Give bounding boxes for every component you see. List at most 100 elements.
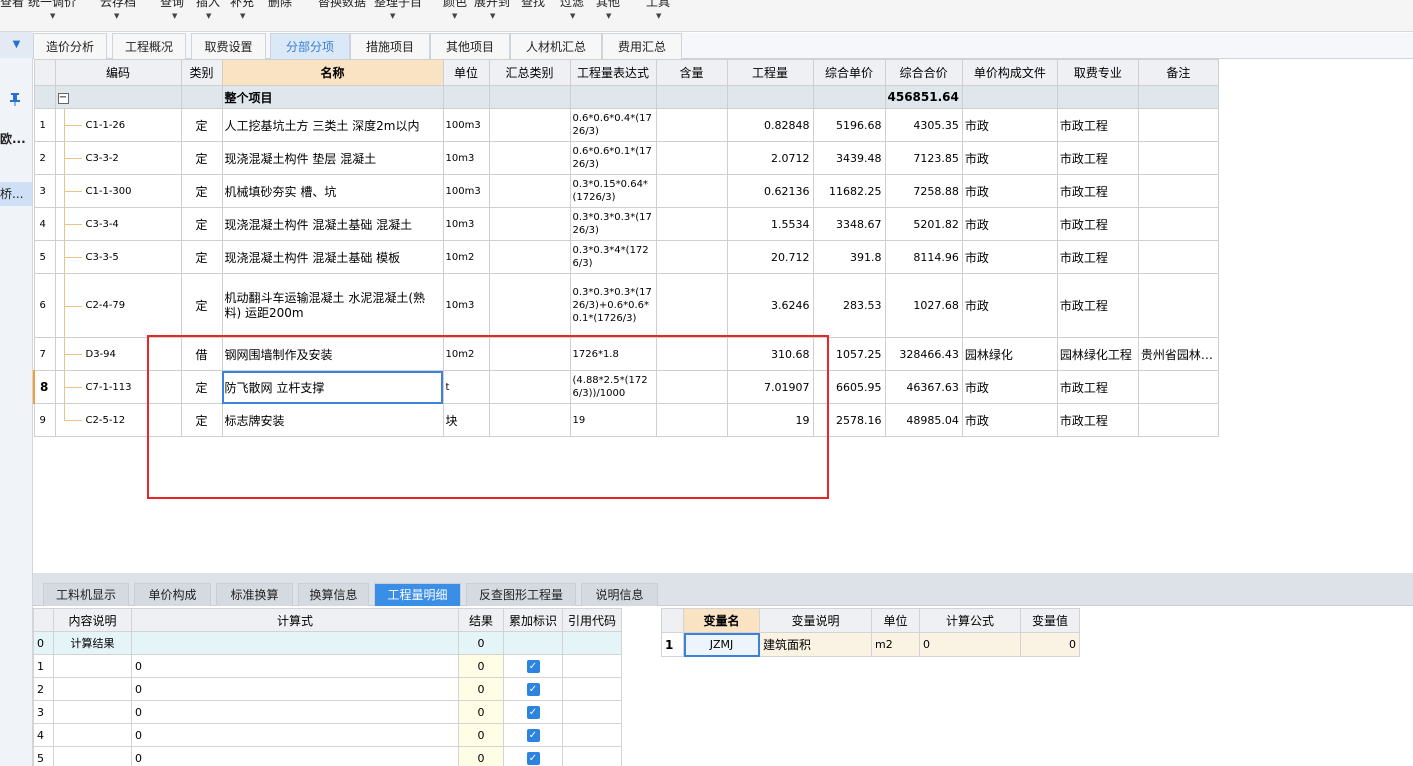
detail-row-ref[interactable] bbox=[562, 746, 622, 766]
row-type[interactable]: 定 bbox=[180, 141, 223, 175]
tab-labor-material-display[interactable]: 工料机显示 bbox=[43, 583, 129, 606]
col-header-total-price[interactable]: 综合合价 bbox=[884, 59, 963, 86]
row-note[interactable] bbox=[1137, 207, 1219, 241]
col-header-quantity-expression[interactable]: 工程量表达式 bbox=[569, 59, 657, 86]
sidebar-item-2[interactable]: 桥... bbox=[0, 182, 32, 206]
tab-other-items[interactable]: 其他项目 bbox=[430, 33, 510, 59]
col-header-quantity[interactable]: 工程量 bbox=[726, 59, 814, 86]
row-summary[interactable] bbox=[488, 108, 571, 142]
table-row[interactable]: 1 C1-1-26 定 人工挖基坑土方 三类土 深度2m以内 100m3 0.6… bbox=[33, 108, 1219, 142]
row-note[interactable] bbox=[1137, 273, 1219, 338]
row-content[interactable] bbox=[655, 141, 728, 175]
pin-icon[interactable] bbox=[8, 92, 22, 110]
toolbar-cloud-archive[interactable]: 云存档 bbox=[100, 0, 136, 10]
row-name[interactable]: 人工挖基坑土方 三类土 深度2m以内 bbox=[221, 108, 444, 142]
detail-row-flag[interactable]: ✓ bbox=[503, 723, 563, 747]
col-header-variable-unit[interactable]: 单位 bbox=[871, 608, 920, 633]
checkbox-checked-icon[interactable]: ✓ bbox=[526, 729, 540, 742]
row-code[interactable]: C3-3-2 bbox=[54, 141, 182, 175]
detail-row-desc[interactable] bbox=[53, 654, 132, 678]
row-fee-major[interactable]: 市政工程 bbox=[1056, 273, 1139, 338]
row-summary[interactable] bbox=[488, 273, 571, 338]
row-index[interactable]: 2 bbox=[33, 141, 56, 175]
toolbar-insert[interactable]: 插入 bbox=[196, 0, 220, 10]
row-type[interactable]: 定 bbox=[180, 207, 223, 241]
variable-row[interactable]: 1 JZMJ 建筑面积 m2 0 0 bbox=[661, 632, 1080, 657]
row-index[interactable]: 9 bbox=[33, 403, 56, 437]
row-content[interactable] bbox=[655, 273, 728, 338]
tab-description-info[interactable]: 说明信息 bbox=[581, 583, 658, 606]
row-name[interactable]: 现浇混凝土构件 混凝土基础 混凝土 bbox=[221, 207, 444, 241]
row-index[interactable]: 6 bbox=[33, 273, 56, 338]
col-header-content-desc[interactable]: 内容说明 bbox=[53, 608, 132, 632]
variable-row-formula[interactable]: 0 bbox=[919, 632, 1021, 657]
row-price-file[interactable]: 市政 bbox=[961, 141, 1058, 175]
row-fee-major[interactable]: 市政工程 bbox=[1056, 174, 1139, 208]
row-quantity[interactable]: 1.5534 bbox=[726, 207, 814, 241]
row-expression[interactable]: 0.3*0.3*0.3*(1726/3)+0.6*0.6*0.1*(1726/3… bbox=[569, 273, 657, 338]
row-unit[interactable]: 100m3 bbox=[442, 108, 490, 142]
col-header-name[interactable]: 名称 bbox=[221, 59, 444, 86]
col-header-content[interactable]: 含量 bbox=[655, 59, 728, 86]
detail-row-flag[interactable]: ✓ bbox=[503, 677, 563, 701]
row-index[interactable]: 3 bbox=[33, 174, 56, 208]
tab-cost-analysis[interactable]: 造价分析 bbox=[33, 33, 107, 59]
variable-row-desc[interactable]: 建筑面积 bbox=[759, 632, 872, 657]
row-summary[interactable] bbox=[488, 174, 571, 208]
tab-price-composition[interactable]: 单价构成 bbox=[134, 583, 211, 606]
row-quantity[interactable]: 2.0712 bbox=[726, 141, 814, 175]
row-unit-price[interactable]: 5196.68 bbox=[812, 108, 886, 142]
tab-sub-items[interactable]: 分部分项 bbox=[270, 33, 350, 59]
row-note[interactable] bbox=[1137, 240, 1219, 274]
tab-reverse-graphic-quantity[interactable]: 反查图形工程量 bbox=[466, 583, 576, 606]
row-index[interactable]: 7 bbox=[33, 337, 56, 371]
sidebar-item-1[interactable]: 欧... bbox=[0, 130, 26, 147]
row-fee-major[interactable]: 市政工程 bbox=[1056, 141, 1139, 175]
row-index[interactable]: 8 bbox=[33, 370, 56, 404]
col-header-accumulate-flag[interactable]: 累加标识 bbox=[503, 608, 563, 632]
row-index[interactable]: 5 bbox=[33, 240, 56, 274]
detail-row-flag[interactable]: ✓ bbox=[503, 654, 563, 678]
toolbar-replace-data[interactable]: 替换数据 bbox=[318, 0, 366, 10]
detail-row-desc[interactable]: 计算结果 bbox=[53, 631, 132, 655]
detail-row-desc[interactable] bbox=[53, 700, 132, 724]
checkbox-checked-icon[interactable]: ✓ bbox=[526, 706, 540, 719]
col-header-code[interactable]: 编码 bbox=[54, 59, 182, 86]
row-name[interactable]: 现浇混凝土构件 垫层 混凝土 bbox=[221, 141, 444, 175]
tab-fee-settings[interactable]: 取费设置 bbox=[191, 33, 266, 59]
row-content[interactable] bbox=[655, 174, 728, 208]
row-fee-major[interactable]: 市政工程 bbox=[1056, 240, 1139, 274]
toolbar-supplement[interactable]: 补充 bbox=[230, 0, 254, 10]
detail-row-formula[interactable]: 0 bbox=[131, 654, 459, 678]
row-unit[interactable]: 10m2 bbox=[442, 240, 490, 274]
col-header-variable-value[interactable]: 变量值 bbox=[1020, 608, 1080, 633]
row-quantity[interactable]: 0.82848 bbox=[726, 108, 814, 142]
col-header-note[interactable]: 备注 bbox=[1137, 59, 1219, 86]
toolbar-find[interactable]: 查找 bbox=[521, 0, 545, 10]
checkbox-checked-icon[interactable]: ✓ bbox=[526, 683, 540, 696]
detail-row-formula[interactable]: 0 bbox=[131, 677, 459, 701]
toolbar-organize[interactable]: 整理子目 bbox=[374, 0, 422, 10]
detail-row-formula[interactable]: 0 bbox=[131, 700, 459, 724]
row-price-file[interactable]: 市政 bbox=[961, 370, 1058, 404]
row-content[interactable] bbox=[655, 207, 728, 241]
toolbar-unified-price[interactable]: 统一调价 bbox=[28, 0, 76, 10]
row-code[interactable]: C3-3-5 bbox=[54, 240, 182, 274]
row-type[interactable]: 定 bbox=[180, 174, 223, 208]
row-summary[interactable] bbox=[488, 141, 571, 175]
group-row[interactable]: − 整个项目 456851.64 bbox=[33, 85, 1219, 109]
row-fee-major[interactable]: 市政工程 bbox=[1056, 403, 1139, 437]
row-note[interactable] bbox=[1137, 370, 1219, 404]
tab-conversion-info[interactable]: 换算信息 bbox=[298, 583, 369, 606]
row-type[interactable]: 定 bbox=[180, 108, 223, 142]
checkbox-checked-icon[interactable]: ✓ bbox=[526, 752, 540, 765]
detail-row-ref[interactable] bbox=[562, 700, 622, 724]
tab-labor-material-summary[interactable]: 人材机汇总 bbox=[510, 33, 602, 59]
toolbar-delete[interactable]: 删除 bbox=[268, 0, 292, 10]
row-summary[interactable] bbox=[488, 207, 571, 241]
sidebar-dropdown-icon[interactable]: ▼ bbox=[0, 32, 33, 58]
row-unit-price[interactable]: 3348.67 bbox=[812, 207, 886, 241]
detail-row-formula[interactable]: 0 bbox=[131, 723, 459, 747]
detail-row-flag[interactable]: ✓ bbox=[503, 700, 563, 724]
group-row-name[interactable]: 整个项目 bbox=[221, 85, 444, 109]
